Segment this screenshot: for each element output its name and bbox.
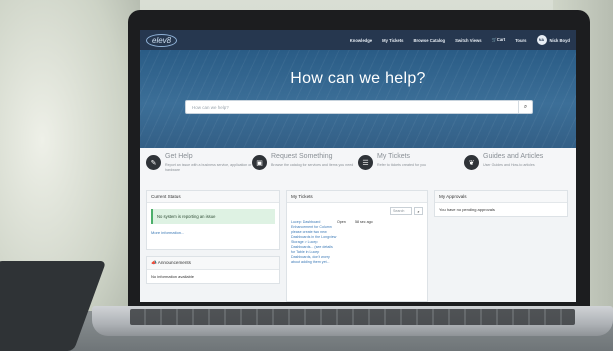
user-name: Nick Boyd — [549, 37, 570, 43]
hero-title: How can we help? — [290, 70, 426, 87]
current-status-panel: Current Status No system is reporting an… — [146, 190, 280, 250]
quick-link-title: Guides and Articles — [483, 153, 544, 160]
quick-link-get-help[interactable]: ✎ Get Help Report an issue with a busine… — [146, 152, 252, 190]
quick-link-desc: Report an issue with a business service,… — [165, 163, 252, 172]
search-button[interactable]: ⌕ — [518, 101, 532, 113]
quick-link-title: Get Help — [165, 153, 193, 160]
ticket-description[interactable]: Lucep: Dashboard Enhancement for Column … — [291, 220, 337, 265]
list-icon: ☰ — [358, 155, 373, 170]
hero-pattern — [140, 50, 576, 148]
panel-header: Current Status — [147, 191, 279, 203]
quick-link-my-tickets[interactable]: ☰ My Tickets Refer to tickets created fo… — [358, 152, 464, 190]
more-information-link[interactable]: More information... — [151, 230, 275, 235]
quick-link-request-something[interactable]: ▣ Request Something Browse the catalog f… — [252, 152, 358, 190]
book-icon: ❦ — [464, 155, 479, 170]
tickets-search-input[interactable]: Search — [390, 207, 412, 215]
search-icon: ⌕ — [523, 103, 528, 110]
laptop-keyboard — [130, 309, 575, 325]
announcements-message: No information available — [151, 274, 194, 279]
left-column: Current Status No system is reporting an… — [146, 190, 280, 302]
hero-banner: How can we help? How can we help? ⌕ — [140, 50, 576, 148]
megaphone-icon: 📣 — [151, 260, 157, 265]
my-approvals-panel: My Approvals You have no pending approva… — [434, 190, 568, 217]
quick-link-title: Request Something — [271, 153, 333, 160]
tickets-search-button[interactable]: ⌕ — [414, 207, 423, 215]
nav-browse-catalog[interactable]: Browse Catalog — [413, 38, 445, 43]
nav-cart[interactable]: 🛒Cart — [492, 37, 506, 43]
quick-links: ✎ Get Help Report an issue with a busine… — [140, 148, 576, 190]
hero-search[interactable]: How can we help? ⌕ — [185, 100, 533, 114]
tickets-search: Search ⌕ — [291, 207, 423, 215]
approvals-message: You have no pending approvals — [439, 207, 495, 212]
quick-link-guides-and-articles[interactable]: ❦ Guides and Articles User Guides and Ho… — [464, 152, 570, 190]
status-message: No system is reporting an issue — [151, 209, 275, 224]
avatar: NA — [536, 35, 547, 45]
search-icon: ⌕ — [417, 208, 420, 214]
search-input[interactable]: How can we help? — [186, 105, 518, 110]
my-tickets-panel: My Tickets Search ⌕ Lucep: Dashboard Enh… — [286, 190, 428, 302]
nav-switch-views[interactable]: Switch Views — [455, 38, 481, 43]
quick-link-desc: User Guides and How-to articles — [483, 163, 535, 167]
top-navbar: elev8 Knowledge My Tickets Browse Catalo… — [140, 30, 576, 50]
nav-my-tickets[interactable]: My Tickets — [382, 38, 403, 43]
ticket-state: Open — [337, 220, 346, 224]
quick-link-desc: Refer to tickets created for you — [377, 163, 426, 167]
ticket-updated: 58 sec ago — [355, 220, 373, 224]
site-logo[interactable]: elev8 — [146, 33, 178, 47]
briefcase-icon: ▣ — [252, 155, 267, 170]
table-row[interactable]: Lucep: Dashboard Enhancement for Column … — [291, 220, 423, 265]
nav-tours[interactable]: Tours — [515, 38, 526, 43]
panel-header: My Approvals — [435, 191, 567, 203]
panel-header: My Tickets — [287, 191, 427, 203]
panel-header: 📣 Announcements — [147, 257, 279, 270]
user-menu[interactable]: NA Nick Boyd — [536, 35, 570, 45]
announcements-panel: 📣 Announcements No information available — [146, 256, 280, 284]
quick-link-desc: Browse the catalog for services and item… — [271, 163, 354, 167]
nav-links: Knowledge My Tickets Browse Catalog Swit… — [350, 35, 570, 45]
quick-link-title: My Tickets — [377, 153, 411, 160]
laptop-screen: elev8 Knowledge My Tickets Browse Catalo… — [140, 30, 576, 302]
right-column: My Approvals You have no pending approva… — [434, 190, 568, 302]
clipboard-icon: ✎ — [146, 155, 161, 170]
dashboard-panels: Current Status No system is reporting an… — [140, 190, 576, 302]
nav-knowledge[interactable]: Knowledge — [350, 38, 372, 43]
